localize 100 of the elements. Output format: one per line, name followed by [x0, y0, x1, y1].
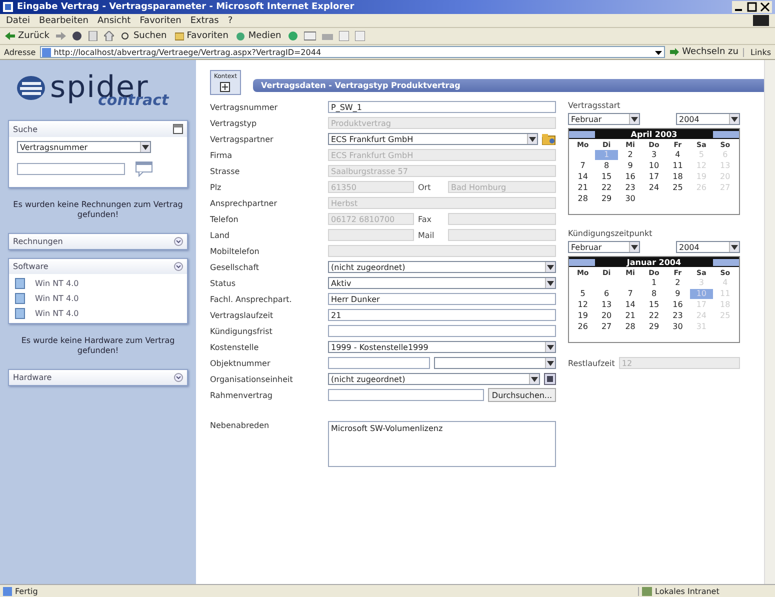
previous-month-button[interactable] [569, 258, 595, 266]
software-item[interactable]: Win NT 4.0 [35, 308, 79, 318]
software-item[interactable]: Win NT 4.0 [35, 278, 79, 288]
search-field[interactable] [17, 163, 125, 175]
caret-icon[interactable] [545, 342, 555, 352]
caret-icon[interactable] [545, 278, 555, 288]
select-field[interactable] [434, 357, 556, 369]
calendar-day[interactable]: 30 [618, 194, 642, 204]
calendar-day[interactable]: 21 [571, 183, 595, 193]
calendar-day[interactable]: 14 [618, 300, 642, 310]
calendar-day[interactable]: 12 [571, 300, 595, 310]
calendar-day[interactable]: 21 [618, 311, 642, 321]
text-area[interactable]: Microsoft SW-Volumenlizenz [328, 421, 556, 467]
back-button[interactable]: Zurück [4, 31, 50, 41]
next-month-button[interactable] [713, 130, 739, 138]
favorites-button[interactable]: Favoriten [174, 31, 230, 41]
text-field[interactable]: P_SW_1 [328, 101, 556, 113]
panel-title[interactable]: Software [13, 262, 48, 271]
calendar-day[interactable]: 7 [571, 161, 595, 171]
menu-item[interactable]: Ansicht [97, 16, 131, 26]
calendar-day[interactable]: 3 [642, 150, 666, 160]
caret-icon[interactable] [729, 114, 739, 124]
calendar-day[interactable]: 22 [594, 183, 618, 193]
month-select[interactable]: Februar [568, 113, 640, 125]
calendar-day[interactable]: 7 [618, 289, 642, 299]
text-field[interactable] [448, 213, 556, 225]
media-button[interactable]: Medien [235, 31, 282, 41]
search-button[interactable]: Suchen [120, 31, 168, 41]
caret-icon[interactable] [545, 262, 555, 272]
calendar-day[interactable]: 5 [571, 289, 595, 299]
chevron-icon[interactable] [174, 236, 183, 246]
calendar-day[interactable]: 1 [642, 278, 666, 288]
select-field[interactable]: (nicht zugeordnet) [328, 373, 540, 385]
folder-icon[interactable] [542, 134, 556, 144]
text-field[interactable] [328, 389, 484, 401]
calendar-day[interactable]: 22 [642, 311, 666, 321]
calendar-day[interactable]: 24 [642, 183, 666, 193]
calendar-day[interactable]: 4 [666, 150, 690, 160]
calendar-day[interactable]: 2 [618, 150, 642, 160]
calendar-day[interactable]: 16 [618, 172, 642, 182]
maximize-icon[interactable] [746, 2, 758, 12]
calendar-day[interactable]: 11 [666, 161, 690, 171]
calendar-day[interactable]: 28 [571, 194, 595, 204]
next-month-button[interactable] [713, 258, 739, 266]
caret-icon[interactable] [629, 242, 639, 252]
calendar-day[interactable]: 19 [571, 311, 595, 321]
address-field[interactable]: http://localhost/abvertrag/Vertraege/Vertrag.aspx?VertragID=2044 [40, 46, 666, 58]
software-item[interactable]: Win NT 4.0 [35, 294, 79, 303]
calendar-day[interactable]: 17 [642, 172, 666, 182]
calendar-day[interactable]: 26 [571, 322, 595, 332]
calendar-day[interactable]: 29 [594, 194, 618, 204]
calendar-day[interactable]: 2 [666, 278, 690, 288]
links-button[interactable]: Links [743, 48, 771, 56]
speech-bubble-icon[interactable] [135, 161, 153, 177]
calendar-day[interactable]: 8 [594, 161, 618, 171]
calendar-day[interactable]: 27 [594, 322, 618, 332]
year-select[interactable]: 2004 [676, 241, 740, 253]
calendar-day[interactable]: 9 [618, 161, 642, 171]
calendar-day[interactable]: 6 [594, 289, 618, 299]
menu-item[interactable]: Favoriten [140, 16, 182, 26]
calendar-day[interactable]: 9 [666, 289, 690, 299]
calendar-day[interactable]: 25 [666, 183, 690, 193]
previous-month-button[interactable] [569, 130, 595, 138]
select-field[interactable]: (nicht zugeordnet) [328, 261, 556, 273]
calendar-day[interactable]: 23 [618, 183, 642, 193]
caret-icon[interactable] [545, 358, 555, 368]
select-field[interactable]: Aktiv [328, 277, 556, 289]
text-field[interactable] [448, 229, 556, 241]
window-icon[interactable] [173, 124, 183, 134]
browse-button[interactable]: Durchsuchen... [488, 388, 556, 402]
chevron-icon[interactable] [174, 262, 183, 271]
calendar-day[interactable]: 18 [666, 172, 690, 182]
caret-icon[interactable] [527, 134, 537, 144]
calendar-day[interactable]: 14 [571, 172, 595, 182]
text-field[interactable] [328, 325, 556, 337]
home-icon[interactable] [104, 31, 114, 41]
caret-icon[interactable] [729, 242, 739, 252]
calendar-day[interactable]: 29 [642, 322, 666, 332]
select-field[interactable]: ECS Frankfurt GmbH [328, 133, 538, 145]
calendar-day[interactable]: 20 [594, 311, 618, 321]
menu-item[interactable]: Datei [6, 16, 30, 26]
chevron-icon[interactable] [174, 372, 183, 382]
panel-title[interactable]: Hardware [13, 372, 52, 382]
stop-icon[interactable] [72, 31, 82, 41]
menu-item[interactable]: Extras [190, 16, 219, 26]
calendar-day[interactable]: 15 [642, 300, 666, 310]
menu-item[interactable]: ? [228, 16, 233, 26]
menu-item[interactable]: Bearbeiten [39, 16, 88, 26]
scrollbar[interactable] [764, 60, 775, 584]
panel-title[interactable]: Rechnungen [13, 236, 63, 246]
calendar-day[interactable]: 13 [594, 300, 618, 310]
select-field[interactable]: 1999 - Kostenstelle1999 [328, 341, 556, 353]
calendar-day[interactable]: 10 [642, 161, 666, 171]
caret-icon[interactable] [140, 142, 150, 152]
calendar-day[interactable]: 16 [666, 300, 690, 310]
close-icon[interactable] [759, 2, 771, 12]
year-select[interactable]: 2004 [676, 113, 740, 125]
calendar-day[interactable]: 8 [642, 289, 666, 299]
caret-icon[interactable] [629, 114, 639, 124]
text-field[interactable]: Herr Dunker [328, 293, 556, 305]
